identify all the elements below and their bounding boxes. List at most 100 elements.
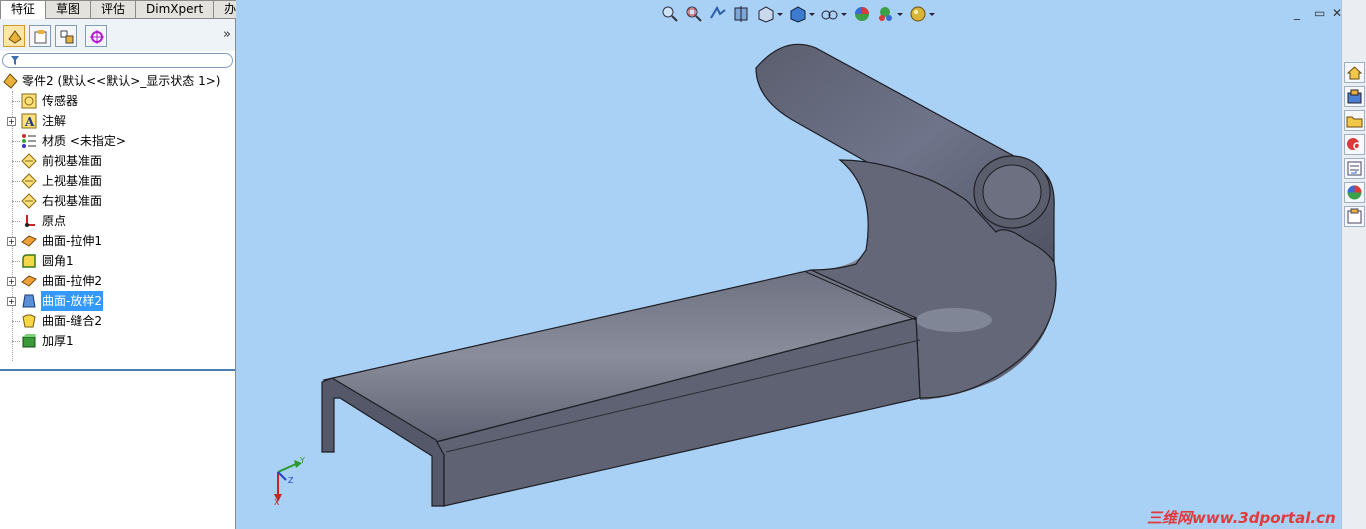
expand-toggle[interactable]: + xyxy=(7,237,16,246)
tree-connector xyxy=(12,141,20,142)
tab-features[interactable]: 特征 xyxy=(0,0,47,19)
search-icon xyxy=(1347,138,1361,150)
apply-scene-button[interactable] xyxy=(876,4,906,24)
display-style-icon xyxy=(790,6,815,23)
x-axis-label: X xyxy=(274,498,280,507)
plane-icon xyxy=(21,153,37,169)
configuration-manager-icon xyxy=(60,30,74,44)
search-tab[interactable] xyxy=(1344,134,1365,155)
rollback-bar[interactable] xyxy=(0,369,235,371)
expand-toggle[interactable]: + xyxy=(7,297,16,306)
tab-sketch[interactable]: 草图 xyxy=(45,0,92,18)
tab-evaluate[interactable]: 评估 xyxy=(90,0,137,18)
svg-text:A: A xyxy=(24,115,35,129)
tree-root-label: 零件2 (默认<<默认>_显示状态 1>) xyxy=(22,74,221,88)
tree-connector xyxy=(12,181,20,182)
tree-item-label: 曲面-拉伸1 xyxy=(42,234,102,248)
tree-connector xyxy=(12,221,20,222)
surface-knit-icon xyxy=(22,314,36,328)
watermark-text: 三维网www.3dportal.cn xyxy=(1147,509,1336,527)
hide-show-items-button[interactable] xyxy=(820,4,850,24)
origin-icon xyxy=(25,215,35,227)
restore-button[interactable]: ▭ xyxy=(1314,6,1325,20)
zoom-to-area-button[interactable] xyxy=(684,4,706,24)
plane-icon xyxy=(21,173,37,189)
view-settings-button[interactable] xyxy=(908,4,938,24)
tree-item-label: 原点 xyxy=(42,214,67,228)
property-manager-tab[interactable] xyxy=(29,25,51,47)
appearances-tab[interactable] xyxy=(1344,182,1365,203)
edit-appearance-button[interactable] xyxy=(852,4,874,24)
tree-connector xyxy=(12,261,20,262)
hide-show-icon xyxy=(821,10,847,20)
minimize-button[interactable]: _ xyxy=(1294,6,1300,20)
filter-icon xyxy=(11,56,19,65)
tree-connector xyxy=(12,341,20,342)
tab-dimxpert[interactable]: DimXpert xyxy=(135,0,215,18)
heads-up-view-toolbar xyxy=(660,4,938,24)
tree-connector xyxy=(12,201,20,202)
tree-connector xyxy=(12,101,20,102)
coordinate-triad: Y Z X xyxy=(270,456,310,511)
design-library-icon xyxy=(1347,89,1362,104)
display-style-button[interactable] xyxy=(788,4,818,24)
z-axis-label: Z xyxy=(288,476,294,485)
dimxpert-manager-tab[interactable] xyxy=(85,25,107,47)
tree-item-label: 圆角1 xyxy=(42,254,74,268)
graphics-area[interactable]: _ ▭ ✕ Y Z X xyxy=(236,0,1342,529)
feature-manager-panel: » 零件2 (默认<<默认>_显示状态 1>) 传感器 + A 注解 材质 <未… xyxy=(0,19,236,529)
solidworks-resources-tab[interactable] xyxy=(1344,62,1365,83)
tree-item-label: 传感器 xyxy=(42,94,79,108)
part-model[interactable] xyxy=(236,0,1341,529)
tree-item-label: 曲面-缝合2 xyxy=(42,314,102,328)
expand-toggle[interactable]: + xyxy=(7,117,16,126)
design-library-tab[interactable] xyxy=(1344,86,1365,107)
view-palette-tab[interactable] xyxy=(1344,158,1365,179)
plane-icon xyxy=(21,193,37,209)
material-icon xyxy=(22,134,36,148)
appearances-icon xyxy=(1347,185,1362,200)
y-axis-label: Y xyxy=(300,456,305,465)
part-icon xyxy=(3,73,18,89)
tree-filter-input[interactable] xyxy=(2,53,233,68)
surface-extrude-icon xyxy=(21,235,37,247)
zoom-to-fit-button[interactable] xyxy=(660,4,682,24)
section-view-button[interactable] xyxy=(732,4,754,24)
tree-connector xyxy=(12,161,20,162)
zoom-to-area-icon xyxy=(686,6,702,22)
section-view-icon xyxy=(734,6,748,22)
surface-extrude-icon xyxy=(21,275,37,287)
tree-item-label: 前视基准面 xyxy=(42,154,103,168)
annotation-icon: A xyxy=(21,113,37,129)
view-orientation-icon xyxy=(758,6,783,23)
folder-icon xyxy=(1346,116,1363,128)
expand-toggle[interactable]: + xyxy=(7,277,16,286)
custom-properties-tab[interactable] xyxy=(1344,206,1365,227)
scene-icon xyxy=(879,7,903,21)
tree-item-label-selected: 曲面-放样2 xyxy=(41,291,103,311)
sensor-icon xyxy=(21,93,37,109)
view-palette-icon xyxy=(1347,161,1362,176)
tree-item-label: 材质 <未指定> xyxy=(42,134,126,148)
tree-item-label: 上视基准面 xyxy=(42,174,103,188)
appearance-icon xyxy=(855,7,869,21)
expand-panel-button[interactable]: » xyxy=(223,27,231,42)
custom-properties-icon xyxy=(1347,208,1362,224)
tree-item-label: 加厚1 xyxy=(42,334,74,348)
tree-item-label: 曲面-拉伸2 xyxy=(42,274,102,288)
tree-connector xyxy=(12,321,20,322)
home-icon xyxy=(1346,66,1363,80)
tree-item-label: 注解 xyxy=(42,114,67,128)
panel-toolbar: » xyxy=(0,19,235,51)
feature-manager-tab[interactable] xyxy=(3,25,25,47)
fillet-icon xyxy=(22,254,36,268)
thicken-icon xyxy=(22,334,36,348)
surface-loft-icon xyxy=(22,294,36,308)
feature-manager-icon xyxy=(8,30,22,44)
file-explorer-tab[interactable] xyxy=(1344,110,1365,131)
previous-view-button[interactable] xyxy=(708,4,730,24)
view-settings-icon xyxy=(910,6,935,22)
view-orientation-button[interactable] xyxy=(756,4,786,24)
configuration-manager-tab[interactable] xyxy=(55,25,77,47)
dimxpert-manager-icon xyxy=(90,30,104,44)
